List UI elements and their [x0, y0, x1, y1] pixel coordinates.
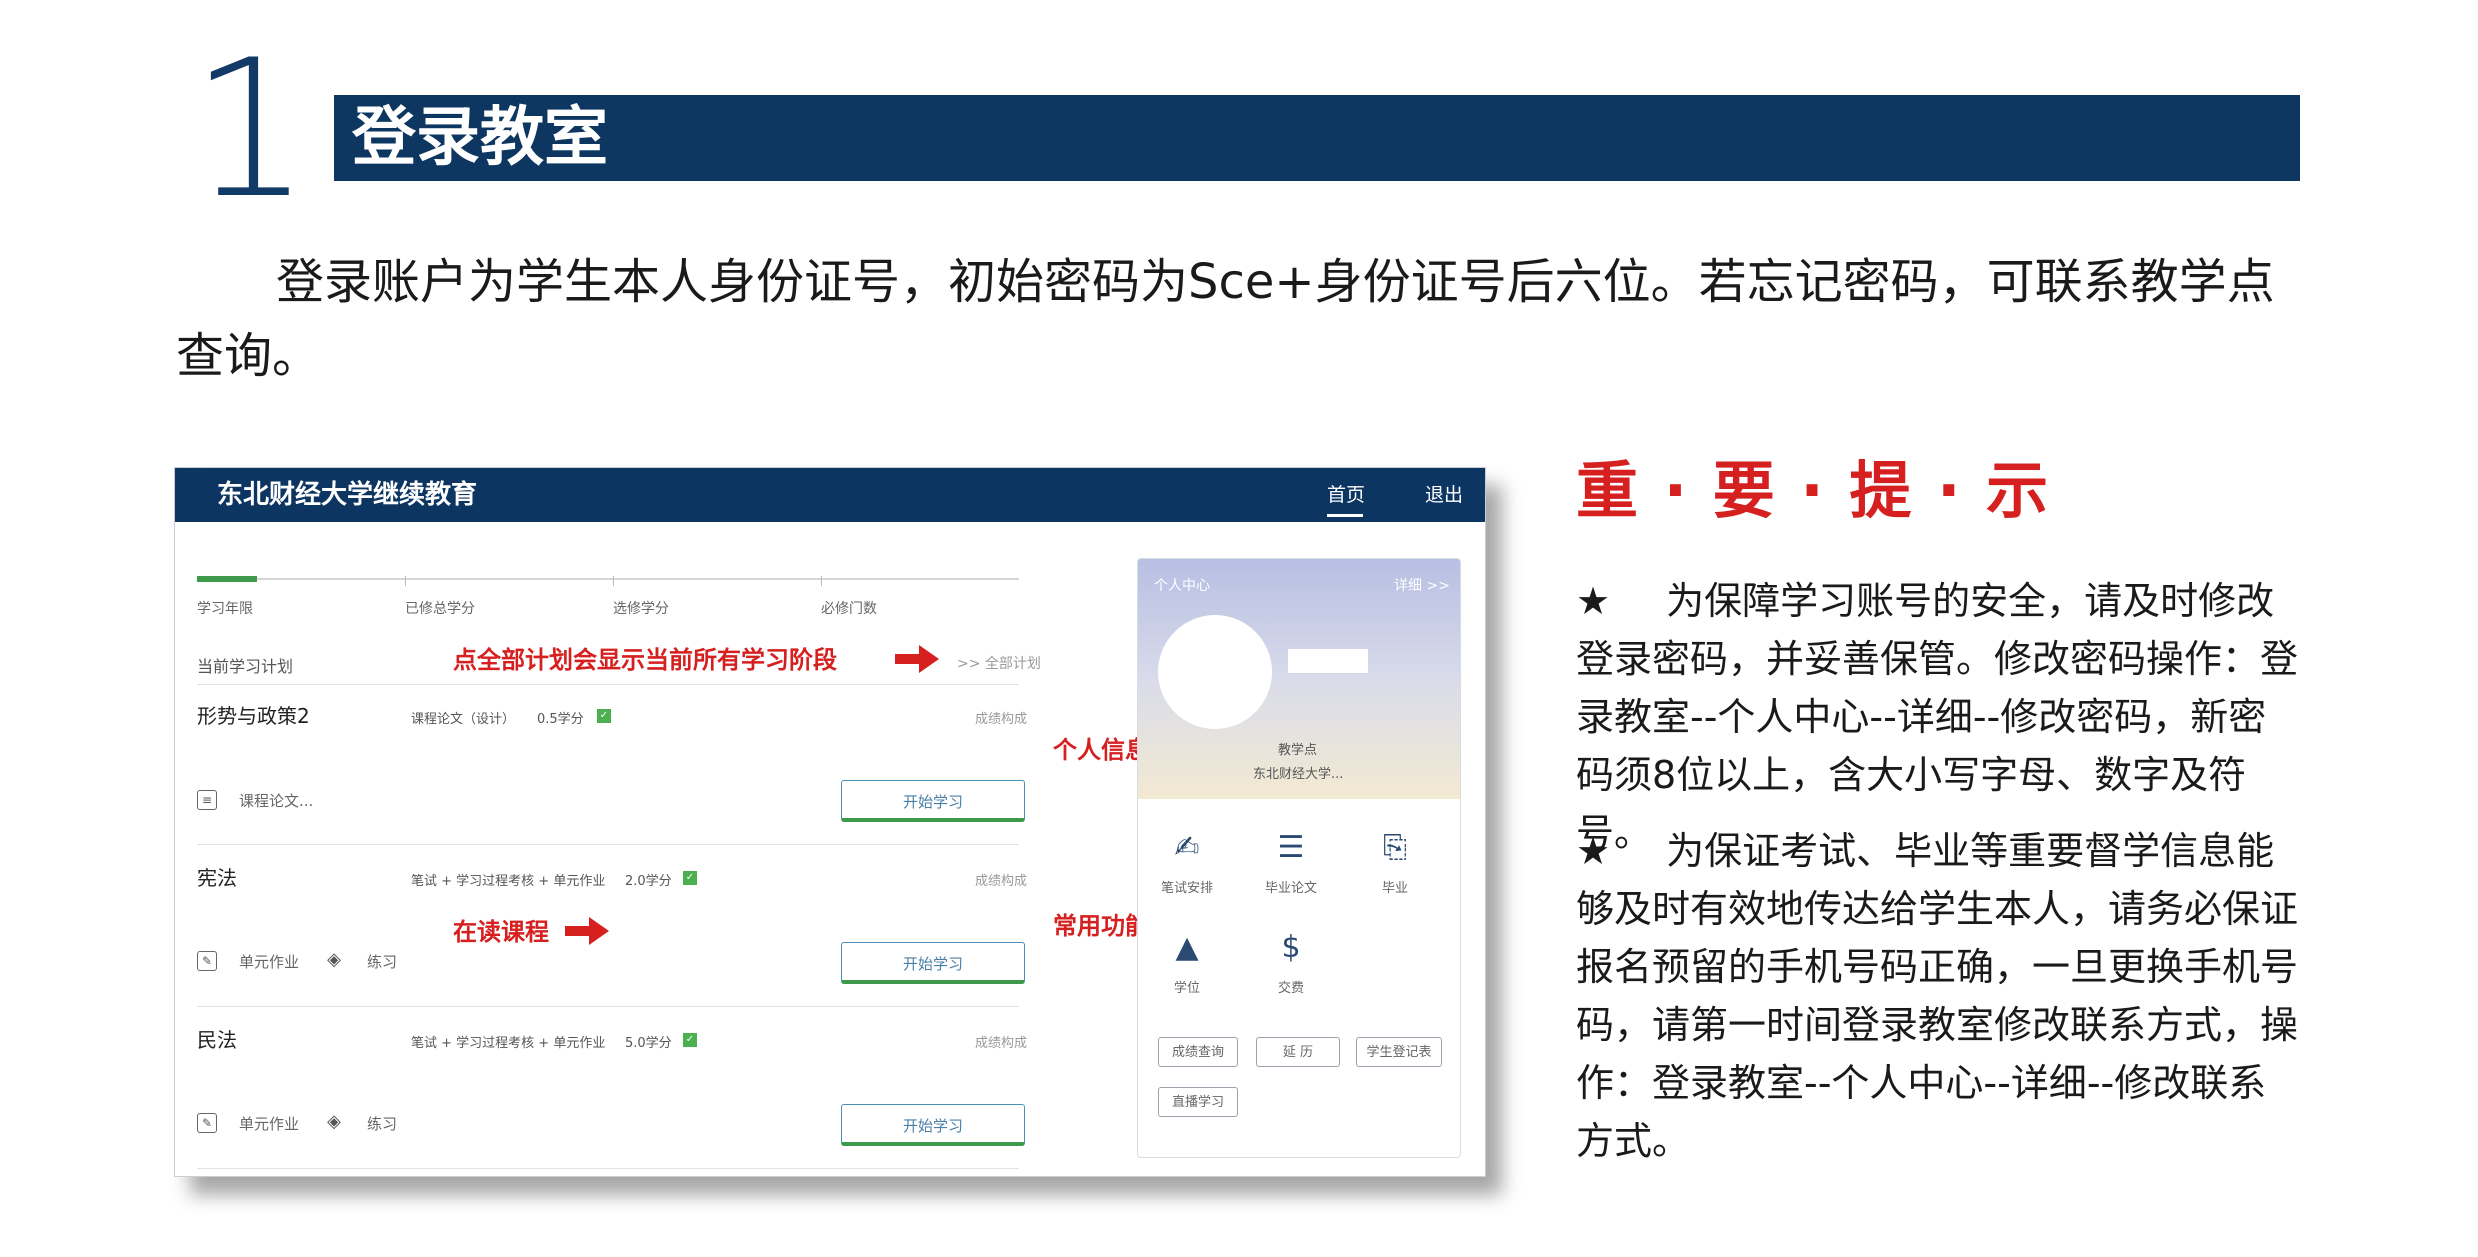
- score-composition-link[interactable]: 成绩构成: [975, 870, 1027, 889]
- practice-link[interactable]: 练习: [367, 1113, 397, 1134]
- nav-active-indicator: [1327, 514, 1363, 517]
- credit-check-icon: ✓: [597, 709, 611, 723]
- progress-tick: [405, 576, 406, 586]
- nav-home-link[interactable]: 首页: [1327, 480, 1365, 507]
- stat-study-years: 学习年限: [197, 601, 253, 617]
- arrow-right-icon: [919, 645, 939, 673]
- student-name-redacted: [1288, 649, 1368, 673]
- live-study-button[interactable]: 直播学习: [1158, 1087, 1238, 1117]
- function-label: 交费: [1277, 981, 1304, 996]
- annotation-personal-info: 个人信息: [1053, 736, 1149, 764]
- start-study-button[interactable]: 开始学习: [841, 1104, 1025, 1146]
- annotation-courses: 在读课程: [453, 918, 549, 946]
- star-icon: ★: [1576, 829, 1611, 873]
- course-credit: 2.0学分: [625, 874, 672, 889]
- function-label: 笔试安排: [1160, 881, 1213, 896]
- row-divider: [197, 1006, 1019, 1007]
- start-study-button[interactable]: 开始学习: [841, 780, 1025, 822]
- nav-exit-link[interactable]: 退出: [1425, 480, 1463, 507]
- progress-tick: [613, 576, 614, 586]
- personal-center-title: 个人中心: [1154, 578, 1210, 594]
- row-divider: [197, 1168, 1019, 1169]
- unit-homework-link[interactable]: 单元作业: [239, 951, 299, 972]
- graduation-cert-icon[interactable]: ⎘: [1376, 829, 1414, 867]
- degree-cap-icon[interactable]: ▲: [1168, 929, 1206, 967]
- registration-form-button[interactable]: 学生登记表: [1356, 1037, 1442, 1067]
- tip-text: 为保障学习账号的安全，请及时修改登录密码，并妥善保管。修改密码操作：登录教室--…: [1576, 579, 2299, 855]
- score-query-button[interactable]: 成绩查询: [1158, 1037, 1238, 1067]
- score-composition-link[interactable]: 成绩构成: [975, 1032, 1027, 1051]
- exam-schedule-icon[interactable]: ✍: [1168, 829, 1206, 867]
- arrow-shaft: [565, 926, 589, 936]
- detail-link[interactable]: 详细 >>: [1394, 575, 1450, 595]
- tip-text: 为保证考试、毕业等重要督学信息能够及时有效地传达给学生本人，请务必保证报名预留的…: [1576, 829, 2299, 1163]
- course-assessment: 笔试 + 学习过程考核 + 单元作业: [411, 1036, 606, 1051]
- resume-button[interactable]: 延 历: [1256, 1037, 1340, 1067]
- tips-title: 重 · 要 · 提 · 示: [1576, 454, 2051, 527]
- arrow-right-icon: [589, 917, 609, 945]
- progress-fill: [197, 576, 257, 582]
- arrow-shaft: [895, 654, 919, 664]
- thesis-icon[interactable]: ☰: [1272, 829, 1310, 867]
- progress-tick: [821, 576, 822, 586]
- layers-icon: ◈: [327, 1111, 341, 1132]
- course-name: 民法: [197, 1028, 237, 1052]
- start-study-button[interactable]: 开始学习: [841, 942, 1025, 984]
- star-icon: ★: [1576, 579, 1611, 623]
- classroom-screenshot: 东北财经大学继续教育 首页 退出 学习年限 已修总学分 选修学分 必修门数 当前…: [174, 467, 1486, 1177]
- intro-paragraph: 登录账户为学生本人身份证号，初始密码为Sce+身份证号后六位。若忘记密码，可联系…: [176, 254, 2275, 384]
- document-icon: ≡: [197, 790, 217, 810]
- layers-icon: ◈: [327, 949, 341, 970]
- university-name: 东北财经大学...: [1253, 767, 1344, 782]
- avatar: [1158, 615, 1272, 729]
- score-composition-link[interactable]: 成绩构成: [975, 708, 1027, 727]
- brand-title: 东北财经大学继续教育: [217, 480, 478, 510]
- annotation-all-plan: 点全部计划会显示当前所有学习阶段: [453, 646, 837, 674]
- tip-item: ★ 为保障学习账号的安全，请及时修改登录密码，并妥善保管。修改密码操作：登录教室-…: [1576, 572, 2302, 862]
- personal-center-card: 个人中心 详细 >> 教学点 东北财经大学... ✍ 笔试安排 ☰ 毕业论文 ⎘…: [1137, 558, 1461, 1158]
- course-task-link[interactable]: 课程论文...: [239, 790, 313, 811]
- section-number: 1: [190, 19, 311, 240]
- current-plan-label: 当前学习计划: [197, 657, 294, 676]
- function-label: 毕业论文: [1264, 881, 1317, 896]
- edit-icon: ✎: [197, 1113, 217, 1133]
- row-divider: [197, 684, 1019, 685]
- credit-check-icon: ✓: [683, 871, 697, 885]
- course-name: 形势与政策2: [197, 704, 310, 728]
- course-credit: 0.5学分: [537, 712, 584, 727]
- stat-required-courses: 必修门数: [821, 601, 877, 617]
- tip-item: ★ 为保证考试、毕业等重要督学信息能够及时有效地传达给学生本人，请务必保证报名预留…: [1576, 822, 2302, 1170]
- row-divider: [197, 844, 1019, 845]
- annotation-functions: 常用功能: [1053, 912, 1149, 940]
- section-title-bar: [334, 95, 2300, 181]
- function-label: 学位: [1173, 981, 1200, 996]
- function-label: 毕业: [1381, 881, 1408, 896]
- credit-check-icon: ✓: [683, 1033, 697, 1047]
- course-credit: 5.0学分: [625, 1036, 672, 1051]
- edit-icon: ✎: [197, 951, 217, 971]
- progress-track: [197, 578, 1019, 580]
- course-name: 宪法: [197, 866, 237, 890]
- practice-link[interactable]: 练习: [367, 951, 397, 972]
- course-assessment: 课程论文（设计）: [411, 712, 516, 727]
- stat-elective-credits: 选修学分: [613, 601, 669, 617]
- all-plan-link[interactable]: >> 全部计划: [957, 653, 1041, 673]
- section-title: 登录教室: [352, 101, 608, 175]
- stat-total-credits: 已修总学分: [405, 601, 475, 617]
- teaching-point-label: 教学点: [1278, 743, 1318, 758]
- course-assessment: 笔试 + 学习过程考核 + 单元作业: [411, 874, 606, 889]
- payment-icon[interactable]: $: [1272, 929, 1310, 967]
- unit-homework-link[interactable]: 单元作业: [239, 1113, 299, 1134]
